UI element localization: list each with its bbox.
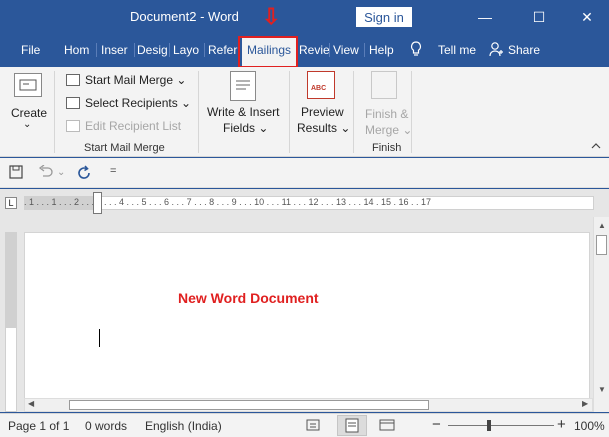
finish-group-title: Finish xyxy=(372,142,402,154)
ribbon-tabs: File Hom Inser Desig Layo Refer Mailings… xyxy=(0,33,609,67)
group-separator xyxy=(411,71,412,153)
finish-label-1: Finish & xyxy=(365,107,409,121)
save-icon[interactable] xyxy=(9,165,23,182)
edit-recipient-list-icon xyxy=(66,120,80,132)
restore-button[interactable]: ☐ xyxy=(524,4,554,30)
scroll-down-icon[interactable]: ▼ xyxy=(598,385,606,394)
minimize-button[interactable]: — xyxy=(470,4,500,30)
group-separator xyxy=(198,71,199,153)
print-layout-icon[interactable] xyxy=(337,415,367,436)
undo-dropdown-icon[interactable]: ⌄ xyxy=(57,167,65,178)
tab-review[interactable]: Revie xyxy=(299,43,330,57)
start-mail-merge-group-title: Start Mail Merge xyxy=(84,142,165,154)
document-icon xyxy=(230,71,256,101)
indent-marker[interactable] xyxy=(93,192,102,214)
zoom-level[interactable]: 100% xyxy=(574,419,605,433)
page-count[interactable]: Page 1 of 1 xyxy=(8,419,69,433)
select-recipients-icon xyxy=(66,97,80,109)
document-page[interactable]: New Word Document xyxy=(24,232,590,412)
tab-file[interactable]: File xyxy=(21,43,40,57)
tab-layout[interactable]: Layo xyxy=(173,43,205,57)
tell-me-search[interactable]: Tell me xyxy=(438,43,476,57)
write-insert-label-1: Write & Insert xyxy=(207,105,280,119)
zoom-out-button[interactable]: − xyxy=(432,416,441,433)
mailings-highlight-box xyxy=(238,36,298,68)
scroll-left-icon[interactable]: ◀ xyxy=(28,399,34,408)
create-chevron-icon: ⌄ xyxy=(23,119,32,130)
finish-merge-icon xyxy=(371,71,397,99)
sign-in-button[interactable]: Sign in xyxy=(356,7,412,27)
person-icon[interactable] xyxy=(489,41,503,60)
group-separator xyxy=(54,71,55,153)
horizontal-scroll-thumb[interactable] xyxy=(69,400,429,410)
preview-label-1: Preview xyxy=(301,105,344,119)
tab-references[interactable]: Refer xyxy=(208,43,238,57)
edit-recipient-list-button[interactable]: Edit Recipient List xyxy=(85,119,181,133)
document-heading[interactable]: New Word Document xyxy=(178,290,319,306)
web-layout-icon[interactable] xyxy=(379,418,395,435)
tab-design[interactable]: Desig xyxy=(137,43,170,57)
undo-icon[interactable] xyxy=(38,164,54,182)
close-button[interactable]: ✕ xyxy=(572,4,602,30)
preview-abc-icon: ABC xyxy=(307,71,335,99)
customize-qat-icon[interactable]: = xyxy=(110,165,116,177)
horizontal-scrollbar[interactable]: ◀ ▶ xyxy=(24,398,593,412)
horizontal-ruler: L . 1 . . . 1 . . . 2 . . . 3 . . . 4 . … xyxy=(0,189,609,217)
tab-insert[interactable]: Inser xyxy=(101,43,135,57)
preview-label-2: Results ⌄ xyxy=(297,121,351,135)
title-bar: Document2 - Word Sign in — ☐ ✕ ⇩ xyxy=(0,0,609,33)
vertical-scrollbar[interactable]: ▲ ▼ xyxy=(593,217,609,412)
finish-label-2: Merge ⌄ xyxy=(365,123,413,137)
collapse-ribbon-icon[interactable] xyxy=(591,141,601,152)
share-button[interactable]: Share xyxy=(508,43,540,57)
zoom-slider-track[interactable] xyxy=(448,425,554,426)
vertical-ruler xyxy=(5,232,17,412)
focus-mode-icon[interactable] xyxy=(306,418,320,435)
zoom-in-button[interactable]: + xyxy=(557,416,566,433)
redo-icon[interactable] xyxy=(77,165,93,184)
zoom-slider-thumb[interactable] xyxy=(487,420,491,431)
document-area: New Word Document ▲ ▼ xyxy=(0,217,609,412)
lightbulb-icon[interactable] xyxy=(410,41,422,60)
start-mail-merge-button[interactable]: Start Mail Merge ⌄ xyxy=(85,73,186,87)
ribbon-mailings: Create ⌄ Start Mail Merge ⌄ Select Recip… xyxy=(0,67,609,157)
status-bar: Page 1 of 1 0 words English (India) − + … xyxy=(0,413,609,437)
tab-view[interactable]: View xyxy=(333,43,365,57)
tab-help[interactable]: Help xyxy=(369,43,394,57)
down-arrow-annotation-icon: ⇩ xyxy=(262,4,281,29)
tab-home[interactable]: Hom xyxy=(64,43,97,57)
start-mail-merge-icon xyxy=(66,74,80,86)
word-count[interactable]: 0 words xyxy=(85,419,127,433)
group-separator xyxy=(353,71,354,153)
ruler-marks: . 1 . . . 1 . . . 2 . . . 3 . . . 4 . . … xyxy=(24,197,432,207)
vertical-scroll-thumb[interactable] xyxy=(596,235,607,255)
envelope-icon xyxy=(14,73,42,97)
scroll-right-icon[interactable]: ▶ xyxy=(582,399,588,408)
scroll-up-icon[interactable]: ▲ xyxy=(598,221,606,230)
select-recipients-button[interactable]: Select Recipients ⌄ xyxy=(85,96,191,110)
tab-selector[interactable]: L xyxy=(5,197,17,209)
write-insert-label-2: Fields ⌄ xyxy=(223,121,269,135)
text-cursor xyxy=(99,329,100,347)
language[interactable]: English (India) xyxy=(145,419,222,433)
quick-access-toolbar: ⌄ = xyxy=(0,158,609,188)
create-label: Create xyxy=(11,106,48,120)
window-title: Document2 - Word xyxy=(130,9,239,24)
group-separator xyxy=(289,71,290,153)
